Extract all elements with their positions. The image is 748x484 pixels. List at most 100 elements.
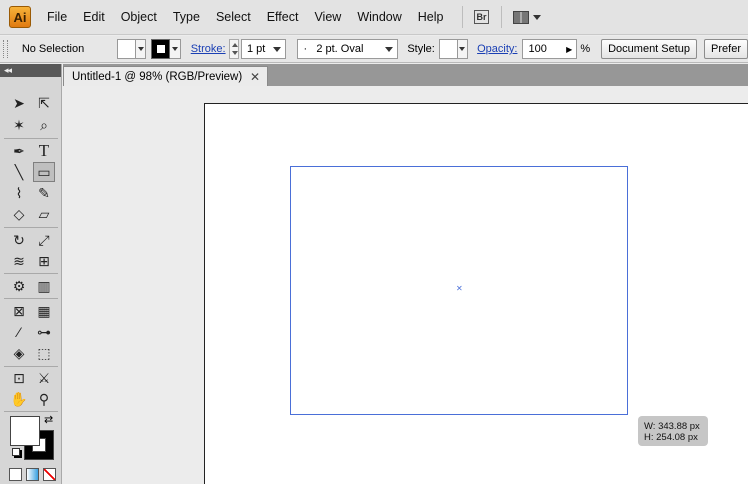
menu-select[interactable]: Select <box>208 10 259 24</box>
chevron-down-icon <box>385 46 394 52</box>
opacity-panel-link[interactable]: Opacity: <box>477 43 517 55</box>
opacity-field[interactable]: 100 ▶ <box>522 39 578 59</box>
none-mode-button[interactable] <box>43 468 56 481</box>
opacity-unit: % <box>580 43 591 55</box>
fill-dropdown-button[interactable] <box>136 39 147 59</box>
live-paint-bucket-tool[interactable]: ◈ <box>8 343 30 363</box>
tab-title: Untitled-1 @ 98% (RGB/Preview) <box>72 70 243 83</box>
opacity-value: 100 <box>528 43 547 55</box>
line-segment-tool[interactable]: ╲ <box>8 162 30 182</box>
menu-bar: Ai File Edit Object Type Select Effect V… <box>0 0 748 35</box>
menu-separator <box>500 6 502 28</box>
live-paint-selection-tool[interactable]: ⬚ <box>33 343 55 363</box>
column-graph-tool[interactable]: ▥ <box>33 276 55 296</box>
scale-tool[interactable]: ⤢ <box>33 230 55 250</box>
free-transform-tool[interactable]: ⊞ <box>33 251 55 271</box>
default-fill-stroke-icon[interactable] <box>12 448 20 456</box>
arrange-documents-button[interactable] <box>508 7 546 27</box>
rectangle-tool[interactable]: ▭ <box>33 162 55 182</box>
tab-untitled-1[interactable]: Untitled-1 @ 98% (RGB/Preview) ✕ <box>63 66 268 86</box>
symbol-sprayer-tool[interactable]: ⚙ <box>8 276 30 296</box>
tools-panel: ◂◂ ➤ ⇱ ✶ ⌕ ✒ T ╲ ▭ ⌇ ✎ ◇ ▱ ↻ ⤢ ≋ ⊞ ⚙ ▥ ⊠… <box>0 64 62 484</box>
blob-brush-tool[interactable]: ◇ <box>8 204 30 224</box>
style-label: Style: <box>407 43 435 55</box>
swap-fill-stroke-icon[interactable]: ⇄ <box>44 413 53 426</box>
chevron-down-icon <box>459 47 466 51</box>
bridge-icon: Br <box>474 10 489 24</box>
stroke-panel-link[interactable]: Stroke: <box>191 43 226 55</box>
stroke-weight-field[interactable]: 1 pt <box>241 39 287 59</box>
chevron-down-icon <box>137 47 144 51</box>
panel-grip[interactable] <box>3 40 8 58</box>
tool-separator <box>4 273 58 274</box>
canvas-area[interactable]: ✕ W: 343.88 px H: 254.08 px <box>63 86 748 484</box>
zoom-tool[interactable]: ⚲ <box>33 389 55 409</box>
menu-file[interactable]: File <box>39 10 75 24</box>
arrange-documents-icon <box>512 10 529 24</box>
magic-wand-tool[interactable]: ✶ <box>8 115 30 135</box>
tool-separator <box>4 298 58 299</box>
document-setup-button[interactable]: Document Setup <box>601 39 698 59</box>
graphic-style-dropdown-button[interactable] <box>457 39 469 59</box>
stroke-weight-value: 1 pt <box>247 43 266 55</box>
warp-tool[interactable]: ≋ <box>8 251 30 271</box>
width-readout: W: 343.88 px <box>644 421 700 432</box>
brush-definition-label: 2 pt. Oval <box>316 43 364 55</box>
brush-definition-value: · 2 pt. Oval <box>303 43 364 55</box>
menu-window[interactable]: Window <box>349 10 409 24</box>
height-readout: H: 254.08 px <box>644 432 698 443</box>
tools-panel-header[interactable]: ◂◂ <box>0 64 61 77</box>
tool-separator <box>4 138 58 139</box>
app-logo[interactable]: Ai <box>9 6 31 28</box>
rotate-tool[interactable]: ↻ <box>8 230 30 250</box>
tool-separator <box>4 411 58 412</box>
pencil-tool[interactable]: ✎ <box>33 183 55 203</box>
fill-color-box[interactable] <box>10 416 40 446</box>
menu-edit[interactable]: Edit <box>75 10 113 24</box>
tool-separator <box>4 227 58 228</box>
preferences-button[interactable]: Prefer <box>704 39 748 59</box>
paintbrush-tool[interactable]: ⌇ <box>8 183 30 203</box>
blend-tool[interactable]: ⊶ <box>33 322 55 342</box>
slice-tool[interactable]: ⚔ <box>33 368 55 388</box>
bridge-button[interactable]: Br <box>469 7 495 27</box>
chevron-right-icon: ▶ <box>566 44 573 54</box>
artboard-tool[interactable]: ⊡ <box>8 368 30 388</box>
document-tab-bar: Untitled-1 @ 98% (RGB/Preview) ✕ <box>63 64 748 86</box>
stroke-color-swatch[interactable] <box>151 39 171 59</box>
dimension-tooltip: W: 343.88 px H: 254.08 px <box>638 416 708 446</box>
collapse-icon: ◂◂ <box>4 65 12 75</box>
direct-selection-tool[interactable]: ⇱ <box>33 93 55 113</box>
pen-tool[interactable]: ✒ <box>8 141 30 161</box>
gradient-mode-button[interactable] <box>26 468 39 481</box>
mesh-tool[interactable]: ⊠ <box>8 301 30 321</box>
menu-separator <box>461 6 463 28</box>
stroke-weight-stepper[interactable] <box>228 39 239 59</box>
control-bar: No Selection Stroke: 1 pt · 2 pt. Oval S… <box>0 36 748 63</box>
graphic-style-swatch[interactable] <box>438 39 458 59</box>
center-point-icon: ✕ <box>456 284 463 293</box>
chevron-down-icon <box>532 14 541 20</box>
menu-effect[interactable]: Effect <box>259 10 307 24</box>
menu-help[interactable]: Help <box>410 10 452 24</box>
stroke-dropdown-button[interactable] <box>170 39 181 59</box>
eyedropper-tool[interactable]: ⁄ <box>8 322 30 342</box>
brush-definition-field[interactable]: · 2 pt. Oval <box>297 39 399 59</box>
type-tool[interactable]: T <box>33 141 55 161</box>
selection-tool[interactable]: ➤ <box>8 93 30 113</box>
chevron-down-icon <box>273 46 282 52</box>
fill-color-swatch[interactable] <box>117 39 137 59</box>
close-icon[interactable]: ✕ <box>250 70 260 84</box>
eraser-tool[interactable]: ▱ <box>33 204 55 224</box>
hand-tool[interactable]: ✋ <box>8 389 30 409</box>
menu-view[interactable]: View <box>306 10 349 24</box>
stroke-swatch-inner <box>156 45 165 53</box>
gradient-tool[interactable]: ▦ <box>33 301 55 321</box>
tool-separator <box>4 366 58 367</box>
color-mode-button[interactable] <box>9 468 22 481</box>
menu-object[interactable]: Object <box>113 10 165 24</box>
lasso-tool[interactable]: ⌕ <box>33 115 55 135</box>
menu-type[interactable]: Type <box>165 10 208 24</box>
chevron-down-icon <box>172 47 178 51</box>
selection-status: No Selection <box>21 43 85 55</box>
